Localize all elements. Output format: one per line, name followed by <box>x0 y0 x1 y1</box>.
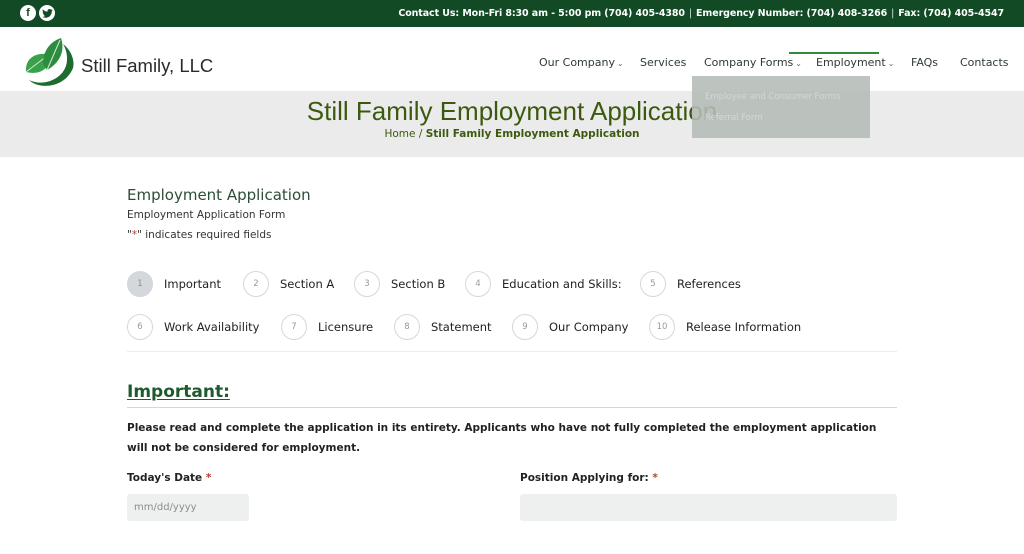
step-number: 5 <box>640 271 666 297</box>
step-label: Work Availability <box>164 320 260 334</box>
note-text: " indicates required fields <box>137 229 272 241</box>
nav-active-indicator <box>789 52 879 54</box>
nav-services[interactable]: Services <box>640 56 686 69</box>
required-fields-note: "*" indicates required fields <box>127 229 271 241</box>
step-education-skills[interactable]: 4 Education and Skills: <box>465 271 622 297</box>
step-label: Education and Skills: <box>502 277 622 291</box>
step-label: References <box>677 277 741 291</box>
step-label: Section B <box>391 277 446 291</box>
position-label: Position Applying for: * <box>520 472 658 484</box>
employment-dropdown-menu: Employee and Consumer Forms Referral For… <box>692 76 870 138</box>
nav-company-forms[interactable]: Company Forms ⌄ <box>704 56 802 69</box>
logo-icon[interactable] <box>19 34 77 88</box>
step-number: 2 <box>243 271 269 297</box>
step-number: 9 <box>512 314 538 340</box>
step-statement[interactable]: 8 Statement <box>394 314 492 340</box>
section-divider <box>127 407 897 408</box>
todays-date-label: Today's Date * <box>127 472 211 484</box>
step-section-a[interactable]: 2 Section A <box>243 271 334 297</box>
step-label: Licensure <box>318 320 374 334</box>
form-title: Employment Application <box>127 186 311 204</box>
required-star: * <box>652 472 658 484</box>
chevron-down-icon: ⌄ <box>616 59 624 68</box>
contact-hours: Contact Us: Mon-Fri 8:30 am - 5:00 pm (7… <box>398 8 685 19</box>
step-number: 6 <box>127 314 153 340</box>
step-number: 1 <box>127 271 153 297</box>
breadcrumb-home[interactable]: Home <box>384 128 415 140</box>
nav-label: Our Company <box>539 56 615 69</box>
step-label: Important <box>164 277 222 291</box>
step-number: 3 <box>354 271 380 297</box>
step-work-availability[interactable]: 6 Work Availability <box>127 314 259 340</box>
step-our-company[interactable]: 9 Our Company <box>512 314 628 340</box>
chevron-down-icon: ⌄ <box>795 59 802 68</box>
step-number: 8 <box>394 314 420 340</box>
step-label: Release Information <box>686 320 802 334</box>
step-number: 7 <box>281 314 307 340</box>
nav-faqs[interactable]: FAQs <box>911 56 938 69</box>
contact-info: Contact Us: Mon-Fri 8:30 am - 5:00 pm (7… <box>398 8 1004 19</box>
position-input[interactable] <box>520 494 897 521</box>
emergency-number: Emergency Number: (704) 408-3266 <box>696 8 888 19</box>
step-label: Section A <box>280 277 335 291</box>
required-star: * <box>205 472 212 484</box>
nav-contacts[interactable]: Contacts <box>960 56 1009 69</box>
separator: | <box>688 8 693 19</box>
step-release-information[interactable]: 10 Release Information <box>649 314 801 340</box>
dropdown-item-employee-consumer-forms[interactable]: Employee and Consumer Forms <box>705 92 840 102</box>
top-bar: f Contact Us: Mon-Fri 8:30 am - 5:00 pm … <box>0 0 1024 27</box>
facebook-icon[interactable]: f <box>20 5 36 21</box>
nav-label: Company Forms <box>704 56 794 69</box>
brand-name: Still Family, LLC <box>81 55 214 76</box>
steps-divider <box>127 351 897 352</box>
social-links: f <box>20 5 55 21</box>
todays-date-input[interactable] <box>127 494 249 521</box>
chevron-down-icon: ⌄ <box>887 59 895 68</box>
step-licensure[interactable]: 7 Licensure <box>281 314 373 340</box>
dropdown-item-referral-form[interactable]: Referral Form <box>705 113 763 123</box>
step-number: 4 <box>465 271 491 297</box>
step-label: Statement <box>431 320 492 334</box>
breadcrumb-separator: / <box>415 128 426 140</box>
step-references[interactable]: 5 References <box>640 271 741 297</box>
intro-text: Please read and complete the application… <box>127 422 877 454</box>
form-subtitle: Employment Application Form <box>127 209 286 221</box>
breadcrumb: Home / Still Family Employment Applicati… <box>0 128 1024 140</box>
separator: | <box>891 8 895 19</box>
nav-label: Services <box>640 56 687 69</box>
breadcrumb-current: Still Family Employment Application <box>425 128 640 140</box>
step-label: Our Company <box>549 320 629 334</box>
label-text: Position Applying for: <box>520 472 649 484</box>
label-text: Today's Date <box>127 472 203 484</box>
page-title: Still Family Employment Application <box>306 96 718 126</box>
nav-label: Contacts <box>960 56 1009 69</box>
nav-our-company[interactable]: Our Company ⌄ <box>539 56 624 69</box>
nav-label: Employment <box>816 56 886 69</box>
step-number: 10 <box>649 314 675 340</box>
nav-label: FAQs <box>911 56 939 69</box>
nav-employment[interactable]: Employment ⌄ <box>816 56 894 69</box>
section-heading: Important: <box>127 382 230 402</box>
step-important[interactable]: 1 Important <box>127 271 221 297</box>
page-banner: Still Family Employment Application Home… <box>0 91 1024 157</box>
step-section-b[interactable]: 3 Section B <box>354 271 445 297</box>
fax-number: Fax: (704) 405-4547 <box>898 8 1004 19</box>
twitter-icon[interactable] <box>39 5 55 21</box>
